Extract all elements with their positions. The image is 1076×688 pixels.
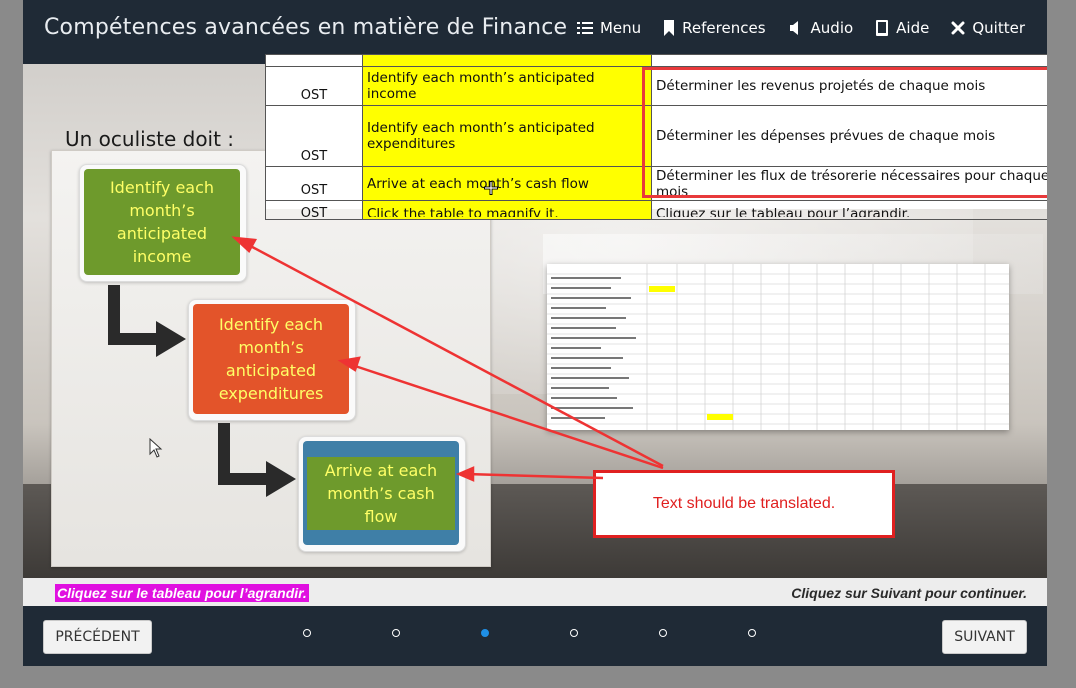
ost-cell: OST (265, 166, 363, 201)
translation-table: OST Identify each month’s anticipated in… (265, 54, 1047, 220)
magnify-instruction: Cliquez sur le tableau pour l’agrandir. (55, 584, 309, 602)
reviewer-note-text: Text should be translated. (652, 495, 836, 512)
connector-arrowhead-2 (266, 461, 296, 497)
source-cell: Identify each month’s anticipated income (362, 66, 652, 106)
references-label: References (682, 19, 766, 37)
top-nav: Menu References Audio Aide Quitter (576, 19, 1025, 37)
target-cell: Cliquez sur le tableau pour l’agrandir. (656, 206, 911, 217)
table-row: OST Click the table to magnify it. Cliqu… (265, 200, 1047, 220)
instruction-bar: Cliquez sur le tableau pour l’agrandir. … (23, 578, 1047, 606)
quit-label: Quitter (972, 19, 1025, 37)
help-button[interactable]: Aide (875, 19, 929, 37)
page-dot-4[interactable] (570, 629, 578, 637)
target-cell: Déterminer les revenus projetés de chaqu… (651, 66, 1047, 106)
list-icon (576, 22, 593, 34)
ost-cell: OST (265, 66, 363, 106)
course-title: Compétences avancées en matière de Finan… (44, 15, 568, 40)
table-row: OST Identify each month’s anticipated ex… (265, 105, 1047, 167)
quit-button[interactable]: Quitter (951, 19, 1025, 37)
book-icon (876, 20, 889, 36)
move-cursor-icon (484, 181, 498, 195)
menu-button[interactable]: Menu (576, 19, 642, 37)
budget-spreadsheet-thumbnail[interactable] (547, 264, 1009, 430)
table-row: OST Identify each month’s anticipated in… (265, 66, 1047, 106)
continue-instruction: Cliquez sur Suivant pour continuer. (791, 585, 1027, 601)
page-dot-6[interactable] (748, 629, 756, 637)
audio-label: Audio (810, 19, 854, 37)
page-dot-2[interactable] (392, 629, 400, 637)
connector-arrow-2 (218, 423, 270, 485)
translation-grid: OST Identify each month’s anticipated in… (265, 54, 1047, 220)
next-button[interactable]: SUIVANT (942, 620, 1027, 654)
source-cell: Identify each month’s anticipated expend… (362, 105, 652, 167)
audio-button[interactable]: Audio (788, 19, 854, 37)
menu-label: Menu (599, 19, 642, 37)
slide-intro: Un oculiste doit : (65, 127, 235, 151)
page-dots (303, 629, 756, 637)
spreadsheet-grid (547, 264, 1009, 430)
close-icon (951, 21, 965, 35)
mouse-cursor-icon (149, 438, 163, 458)
ost-cell: OST (300, 206, 328, 217)
target-cell: Déterminer les dépenses prévues de chaqu… (651, 105, 1047, 167)
previous-button[interactable]: PRÉCÉDENT (43, 620, 152, 654)
references-button[interactable]: References (663, 19, 766, 37)
footer-bar: PRÉCÉDENT SUIVANT (23, 606, 1047, 666)
page-dot-3[interactable] (481, 629, 489, 637)
target-cell: Déterminer les flux de trésorerie nécess… (651, 166, 1047, 201)
table-row (265, 54, 1047, 67)
ost-cell: OST (265, 105, 363, 167)
course-player: Compétences avancées en matière de Finan… (23, 0, 1047, 666)
connector-arrowhead-1 (156, 321, 186, 357)
reviewer-note: Text should be translated. (593, 470, 895, 538)
source-cell: Click the table to magnify it. (367, 206, 559, 217)
page-dot-1[interactable] (303, 629, 311, 637)
help-label: Aide (896, 19, 930, 37)
table-row: OST Arrive at each month’s cash flow Dét… (265, 166, 1047, 201)
source-cell: Arrive at each month’s cash flow (362, 166, 652, 201)
bookmark-icon (664, 20, 675, 36)
page-dot-5[interactable] (659, 629, 667, 637)
speaker-icon (789, 21, 798, 35)
connector-arrow-1 (108, 285, 160, 345)
